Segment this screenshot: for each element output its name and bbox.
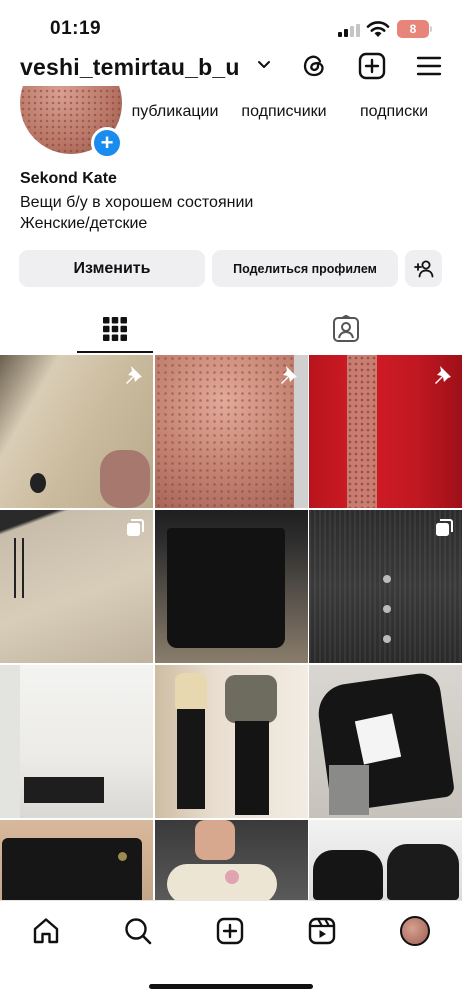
post-thumbnail[interactable] xyxy=(155,665,308,818)
pin-icon xyxy=(126,366,142,384)
profile-name: Sekond Kate xyxy=(20,170,117,187)
post-thumbnail[interactable] xyxy=(309,665,462,818)
post-thumbnail[interactable] xyxy=(155,510,308,663)
tab-posts-grid[interactable] xyxy=(77,304,153,354)
create-icon[interactable] xyxy=(214,915,246,947)
followers-stat[interactable]: подписчики xyxy=(236,84,332,121)
bio-line: Женские/детские xyxy=(20,215,148,232)
discover-people-button[interactable] xyxy=(405,250,442,287)
cellular-signal-icon xyxy=(338,24,360,37)
tagged-icon xyxy=(333,315,359,342)
pin-icon xyxy=(435,366,451,384)
post-thumbnail[interactable] xyxy=(0,355,153,508)
post-thumbnail[interactable] xyxy=(309,355,462,508)
followers-count-cut xyxy=(236,84,332,102)
battery-icon: 8 xyxy=(397,20,429,38)
tab-tagged[interactable] xyxy=(308,304,384,354)
profile-header: veshi_temirtau_b_u xyxy=(0,48,462,88)
menu-icon[interactable] xyxy=(415,52,443,80)
grid-icon xyxy=(103,317,127,341)
posts-label: публикации xyxy=(131,103,219,120)
status-bar: 01:19 8 xyxy=(0,0,462,52)
threads-icon[interactable] xyxy=(300,52,328,80)
post-thumbnail[interactable] xyxy=(309,510,462,663)
clock: 01:19 xyxy=(50,18,102,39)
posts-stat[interactable]: публикации xyxy=(128,84,222,121)
add-person-icon xyxy=(413,260,433,277)
post-thumbnail[interactable] xyxy=(309,820,462,900)
active-tab-indicator xyxy=(77,351,153,353)
following-stat[interactable]: подписки xyxy=(352,84,436,121)
search-icon[interactable] xyxy=(122,915,154,947)
post-thumbnail[interactable] xyxy=(155,355,308,508)
reels-icon[interactable] xyxy=(306,915,338,947)
create-post-icon[interactable] xyxy=(358,52,386,80)
account-switcher[interactable]: veshi_temirtau_b_u xyxy=(20,54,240,81)
followers-label: подписчики xyxy=(241,103,327,120)
post-thumbnail[interactable] xyxy=(0,510,153,663)
post-thumbnail[interactable] xyxy=(0,820,153,900)
pin-icon xyxy=(281,366,297,384)
posts-count-cut xyxy=(128,84,222,102)
following-label: подписки xyxy=(359,103,429,120)
multi-photo-icon xyxy=(436,519,453,536)
add-story-icon[interactable]: + xyxy=(91,127,123,159)
share-profile-button[interactable]: Поделиться профилем xyxy=(212,250,398,287)
edit-profile-button[interactable]: Изменить xyxy=(19,250,205,287)
home-indicator xyxy=(149,984,313,989)
home-icon[interactable] xyxy=(30,915,62,947)
bio-line: Вещи б/у в хорошем состоянии xyxy=(20,194,254,211)
following-count-cut xyxy=(352,84,436,102)
multi-photo-icon xyxy=(127,519,144,536)
chevron-down-icon[interactable] xyxy=(257,60,271,70)
wifi-icon xyxy=(366,21,390,37)
profile-tab-avatar[interactable] xyxy=(399,915,431,947)
post-thumbnail[interactable] xyxy=(155,820,308,900)
battery-cap xyxy=(430,26,432,32)
post-thumbnail[interactable] xyxy=(0,665,153,818)
